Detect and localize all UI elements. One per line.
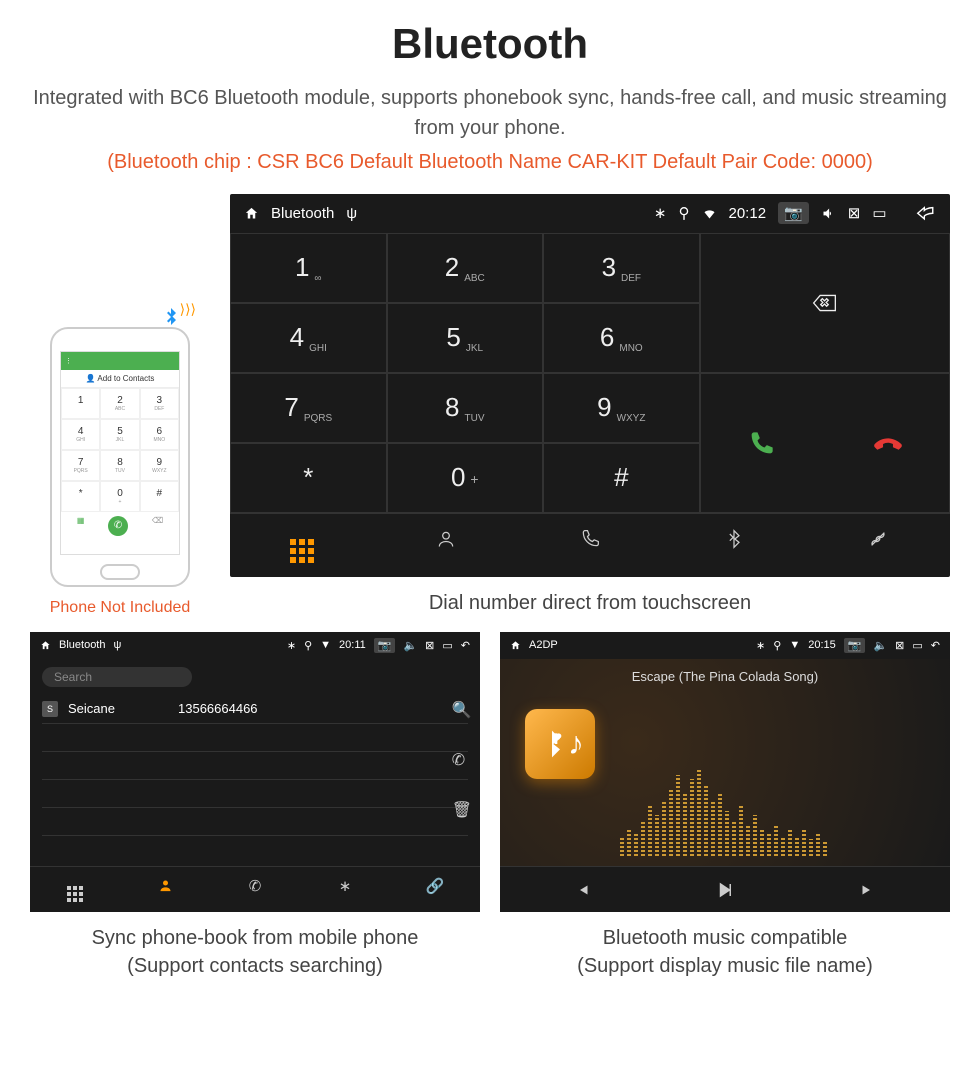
home-icon[interactable] — [244, 206, 259, 221]
clock: 20:15 — [808, 639, 836, 651]
bluetooth-status-icon: ∗ — [756, 639, 765, 652]
recents-icon[interactable]: ▭ — [442, 639, 452, 652]
hangup-button[interactable] — [874, 427, 902, 459]
home-icon[interactable] — [40, 640, 51, 651]
album-art-icon: ♪ — [525, 709, 595, 779]
tab-pair[interactable]: 🔗 — [390, 867, 480, 912]
key-6[interactable]: 6MNO — [543, 303, 700, 373]
key-9[interactable]: 9WXYZ — [543, 373, 700, 443]
tab-keypad[interactable] — [230, 514, 374, 577]
back-icon[interactable]: ↶ — [461, 639, 470, 652]
key-0[interactable]: 0+ — [387, 443, 544, 513]
recents-icon[interactable]: ▭ — [912, 639, 922, 652]
key-star[interactable]: * — [230, 443, 387, 513]
call-button[interactable] — [747, 427, 775, 459]
tab-contacts[interactable] — [374, 514, 518, 577]
camera-icon[interactable]: 📷 — [778, 202, 809, 224]
phone-caption: Phone Not Included — [30, 599, 210, 617]
tab-keypad[interactable] — [30, 867, 120, 912]
contact-row[interactable]: S Seicane 13566664466 — [42, 695, 468, 724]
close-icon[interactable]: ⊠ — [425, 639, 434, 652]
music-caption: Bluetooth music compatible(Support displ… — [500, 924, 950, 980]
camera-icon[interactable]: 📷 — [844, 638, 866, 653]
contact-initial: S — [42, 701, 58, 717]
key-8[interactable]: 8TUV — [387, 373, 544, 443]
location-icon: ⚲ — [679, 204, 690, 222]
back-icon[interactable]: ↶ — [931, 639, 940, 652]
bluetooth-status-icon: ∗ — [654, 204, 667, 222]
clock: 20:12 — [729, 205, 767, 222]
phone-call-button: ✆ — [108, 516, 128, 536]
key-3[interactable]: 3DEF — [543, 233, 700, 303]
search-icon[interactable]: 🔍 — [452, 700, 472, 720]
close-icon[interactable]: ⊠ — [848, 204, 861, 222]
wifi-icon — [702, 206, 717, 221]
tab-pair[interactable] — [806, 514, 950, 577]
app-name: A2DP — [529, 639, 558, 651]
usb-icon: ψ — [346, 205, 357, 222]
add-contacts-row: 👤 Add to Contacts — [61, 370, 179, 388]
tab-contacts[interactable] — [120, 867, 210, 912]
home-icon[interactable] — [510, 640, 521, 651]
delete-icon[interactable]: 🗑 — [452, 800, 472, 820]
location-icon: ⚲ — [773, 639, 781, 652]
key-5[interactable]: 5JKL — [387, 303, 544, 373]
prev-track-button[interactable] — [574, 879, 592, 900]
play-pause-button[interactable] — [716, 879, 734, 900]
tab-bluetooth[interactable]: ∗ — [300, 867, 390, 912]
track-title: Escape (The Pina Colada Song) — [500, 659, 950, 694]
dialer-screen: Bluetooth ψ ∗ ⚲ 20:12 📷 ⊠ ▭ 1∞ 2ABC 3 — [230, 194, 950, 577]
camera-icon[interactable]: 📷 — [374, 638, 396, 653]
dialer-caption: Dial number direct from touchscreen — [230, 589, 950, 617]
subtitle: Integrated with BC6 Bluetooth module, su… — [30, 83, 950, 143]
app-name: Bluetooth — [59, 639, 105, 651]
key-2[interactable]: 2ABC — [387, 233, 544, 303]
key-7[interactable]: 7PQRS — [230, 373, 387, 443]
recents-icon[interactable]: ▭ — [872, 204, 886, 222]
key-4[interactable]: 4GHI — [230, 303, 387, 373]
call-icon[interactable]: ✆ — [452, 750, 472, 770]
wifi-icon: ▼ — [320, 639, 331, 651]
phone-top-bar: ⋮ — [61, 352, 179, 370]
backspace-key[interactable] — [700, 233, 950, 373]
smartphone-illustration: ⟩⟩⟩ ⋮ 👤 Add to Contacts 1 2ABC3DEF 4GHI5… — [50, 327, 190, 587]
signal-waves-icon: ⟩⟩⟩ — [180, 301, 196, 318]
contact-name: Seicane — [68, 701, 168, 716]
key-hash[interactable]: # — [543, 443, 700, 513]
key-1[interactable]: 1∞ — [230, 233, 387, 303]
music-screen: A2DP ∗ ⚲ ▼ 20:15 📷 🔈 ⊠ ▭ ↶ Escape (The P… — [500, 632, 950, 912]
volume-icon[interactable] — [821, 206, 836, 221]
next-track-button[interactable] — [858, 879, 876, 900]
volume-icon[interactable]: 🔈 — [873, 639, 887, 652]
usb-icon: ψ — [113, 639, 121, 651]
bluetooth-status-icon: ∗ — [287, 639, 296, 652]
phonebook-screen: Bluetooth ψ ∗ ⚲ ▼ 20:11 📷 🔈 ⊠ ▭ ↶ Search — [30, 632, 480, 912]
back-icon[interactable] — [914, 202, 937, 225]
app-name: Bluetooth — [271, 205, 334, 222]
tab-recent[interactable]: ✆ — [210, 867, 300, 912]
close-icon[interactable]: ⊠ — [895, 639, 904, 652]
contact-number: 13566664466 — [178, 701, 258, 716]
clock: 20:11 — [339, 639, 366, 651]
tab-bluetooth[interactable] — [662, 514, 806, 577]
wifi-icon: ▼ — [789, 639, 800, 651]
phonebook-caption: Sync phone-book from mobile phone(Suppor… — [30, 924, 480, 980]
location-icon: ⚲ — [304, 639, 312, 652]
visualizer — [620, 766, 930, 856]
tab-recent[interactable] — [518, 514, 662, 577]
call-actions — [700, 373, 950, 513]
volume-icon[interactable]: 🔈 — [403, 639, 417, 652]
search-input[interactable]: Search — [42, 667, 192, 687]
page-title: Bluetooth — [30, 20, 950, 68]
spec-line: (Bluetooth chip : CSR BC6 Default Blueto… — [30, 151, 950, 174]
